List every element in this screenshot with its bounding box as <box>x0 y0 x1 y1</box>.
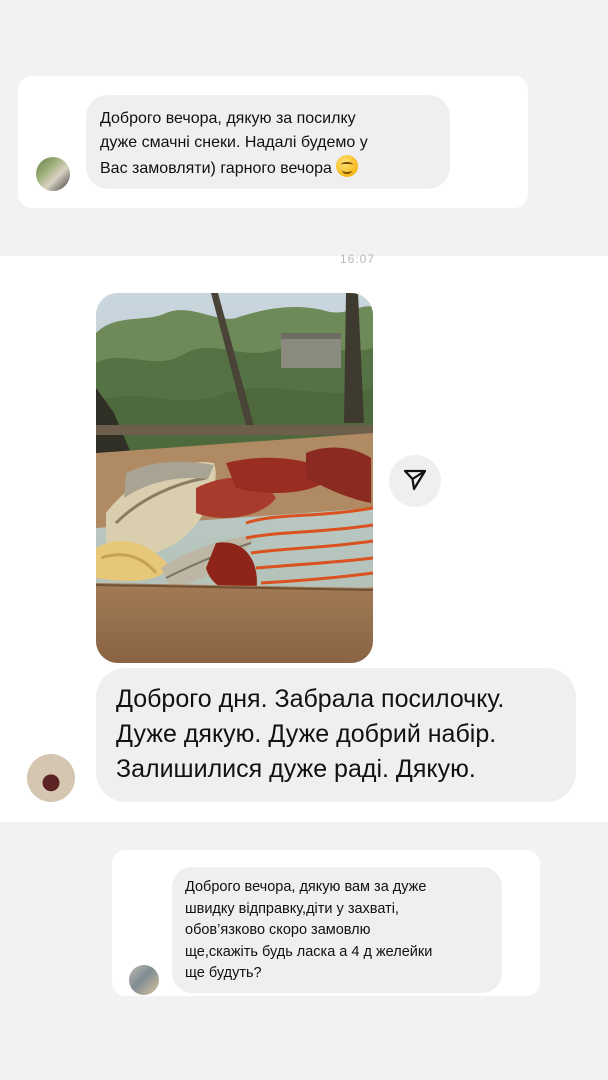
message-bubble[interactable]: Доброго вечора, дякую за посилку дуже см… <box>86 95 450 189</box>
message-bubble[interactable]: Доброго дня. Забрала посилочку. Дуже дяк… <box>96 668 576 802</box>
message-line: дуже смачні снеки. Надалі будемо у <box>100 134 368 151</box>
food-photo[interactable] <box>96 293 373 663</box>
message-line: Залишилися дуже раді. Дякую. <box>116 755 476 783</box>
message-line: обов’язково скоро замовлю <box>185 922 371 938</box>
message-line: швидку відправку,діти у захваті, <box>185 900 399 917</box>
message-bubble[interactable]: Доброго вечора, дякую вам за дуже швидку… <box>172 867 502 993</box>
share-button[interactable] <box>389 455 441 507</box>
share-icon <box>402 466 428 497</box>
message-timestamp: 16:07 <box>340 252 376 266</box>
message-line: Дуже дякую. Дуже добрий набір. <box>116 720 497 748</box>
message-line: Доброго вечора, дякую за посилку <box>100 110 356 127</box>
message-line: ще,скажіть будь ласка а 4 д желейки <box>185 943 433 960</box>
message-line: Доброго вечора, дякую вам за дуже <box>185 879 427 895</box>
smiling-face-emoji <box>335 155 358 177</box>
avatar[interactable] <box>36 157 70 191</box>
message-line: Вас замовляти) гарного вечора <box>100 155 436 181</box>
message-line: ще будуть? <box>185 965 262 981</box>
avatar[interactable] <box>129 965 159 995</box>
message-line: Доброго дня. Забрала посилочку. <box>116 685 505 713</box>
avatar[interactable] <box>27 754 75 802</box>
